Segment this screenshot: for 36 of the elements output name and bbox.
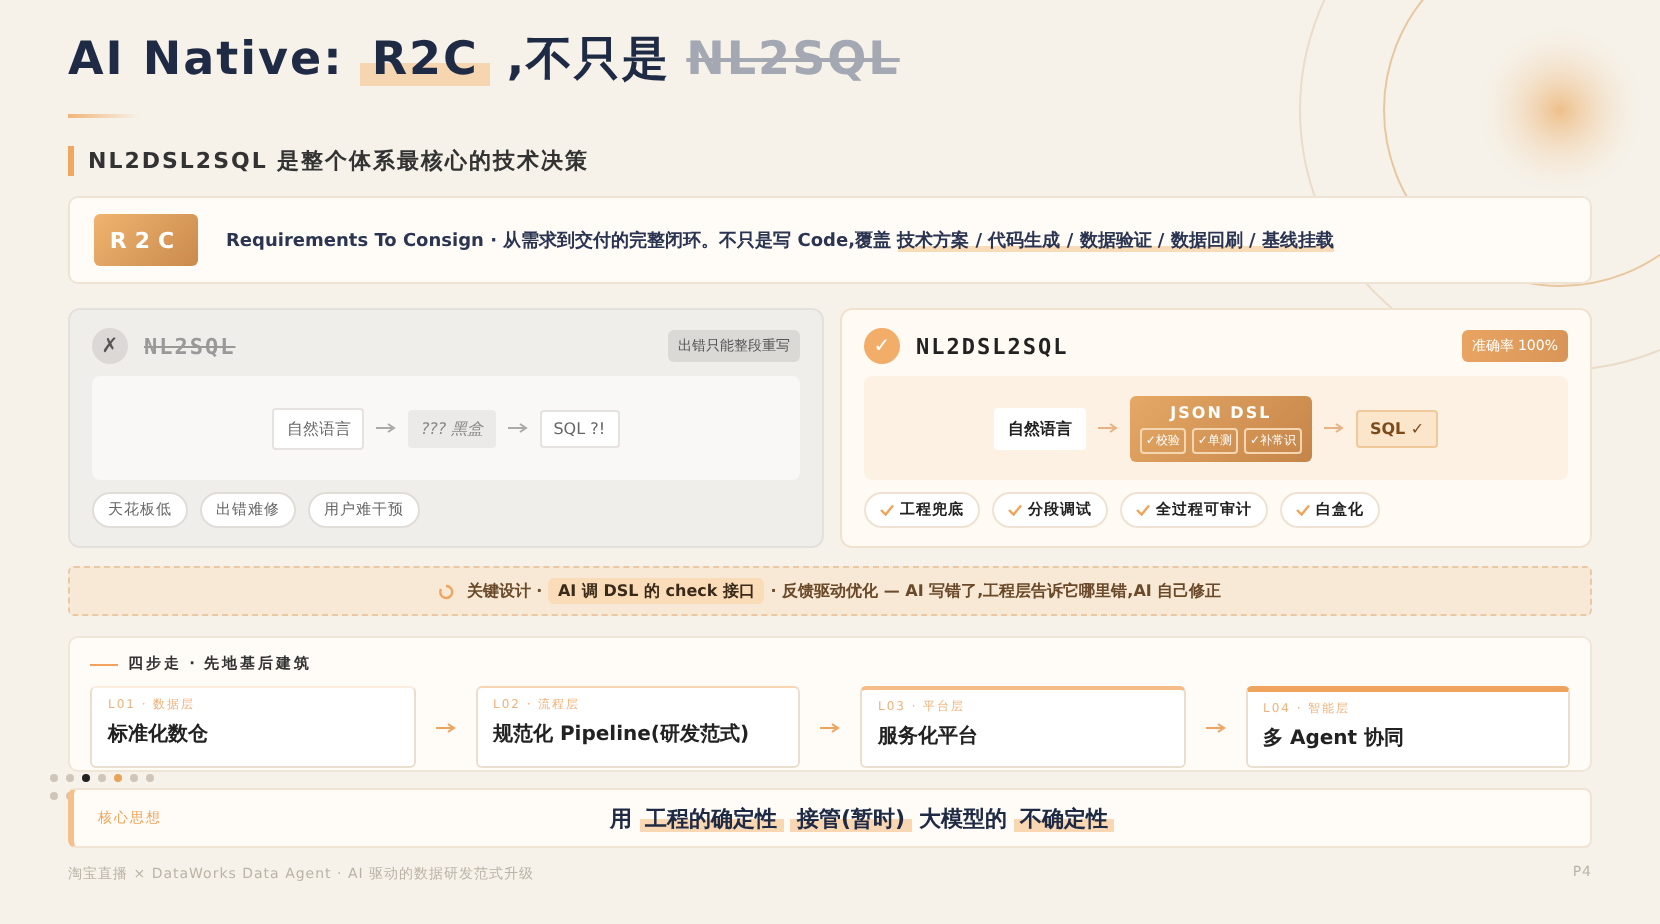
subtitle: NL2DSL2SQL 是整个体系最核心的技术决策 [68, 146, 590, 176]
arrow-icon [507, 422, 528, 434]
r2c-badge: R2C [94, 214, 198, 266]
arrow-icon [376, 422, 397, 434]
struck-title-text: NL2SQL [686, 34, 900, 86]
status-icon: ✗ [92, 328, 128, 364]
flow-node: SQL ✓ [1355, 409, 1439, 447]
check-icon [1136, 504, 1150, 516]
card-title: NL2DSL2SQL [916, 333, 1071, 359]
step-name: 规范化 Pipeline(研发范式) [493, 721, 752, 748]
status-icon: ✓ [864, 328, 900, 364]
arrow-icon [1323, 422, 1344, 434]
step-name: 标准化数仓 [108, 721, 210, 748]
flow-node: 自然语言 [993, 407, 1086, 449]
key-design-text: 关键设计 · AI 调 DSL 的 check 接口 · 反馈驱动优化 — AI 写错了,工程层告诉它哪里错,AI 自己修正 [466, 580, 1222, 602]
flow-node: SQL ?! [539, 409, 620, 447]
title-text: AI Native: [68, 34, 344, 86]
step-name: 服务化平台 [878, 723, 980, 750]
check-icon [1008, 504, 1022, 516]
step-name: 多 Agent 协同 [1263, 725, 1407, 752]
arrow-icon [435, 721, 455, 733]
flow-node: ??? 黑盒 [408, 409, 496, 447]
r2c-description: Requirements To Consign · 从需求到交付的完整闭环。不只是写 Code,覆盖 技术方案 / 代码生成 / 数据验证 / 数据回刷 / 基线挂载 [226, 228, 1334, 253]
highlighted-title-text: R2C [359, 34, 491, 86]
dsl-title: JSON DSL [1170, 403, 1272, 421]
flow-node: 自然语言 [272, 407, 365, 449]
arrow-icon [820, 721, 840, 733]
check-icon [1296, 504, 1310, 516]
core-idea-text: 用 工程的确定性 接管(暂时) 大模型的 不确定性 [398, 803, 1566, 833]
check-icon [880, 504, 894, 516]
card-title: NL2SQL [144, 333, 238, 359]
title-line [90, 663, 118, 665]
refresh-icon [438, 583, 455, 599]
title-text: ,不只是 [506, 32, 671, 90]
arrow-icon [1097, 422, 1118, 434]
arrow-icon [1205, 721, 1225, 733]
